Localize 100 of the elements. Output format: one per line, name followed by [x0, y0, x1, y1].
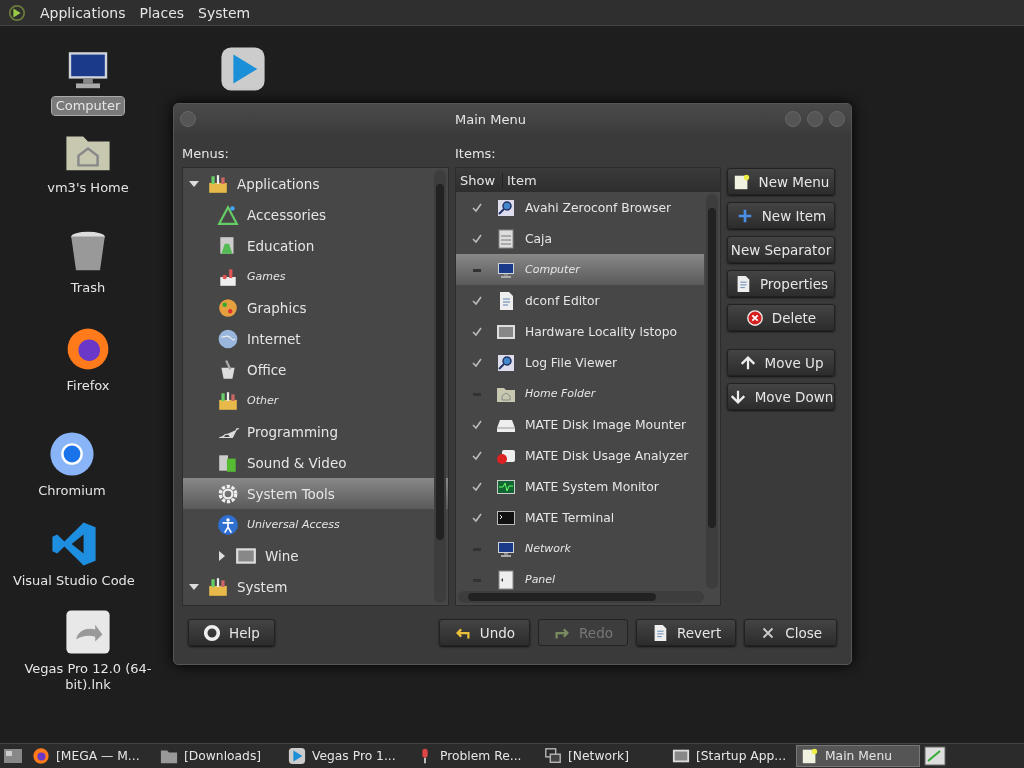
windows-icon [544, 747, 562, 765]
action-button[interactable]: Move Down [727, 383, 835, 410]
menu-tree-item[interactable]: Wine [183, 540, 448, 571]
taskbar-button[interactable]: [MEGA — M... [28, 745, 152, 767]
dialog-button[interactable]: Close [744, 619, 837, 646]
magnifier-icon [496, 352, 516, 373]
taskbar-button[interactable]: Vegas Pro 1... [284, 745, 408, 767]
taskbar-button[interactable]: Main Menu [796, 745, 920, 767]
items-label: Items: [455, 146, 497, 161]
menu-tree-item[interactable]: Accessories [183, 199, 448, 230]
window-title: Main Menu [454, 111, 527, 127]
play-icon [288, 747, 306, 765]
delete-icon [745, 308, 764, 327]
show-checkbox[interactable] [472, 233, 482, 244]
menu-item-row[interactable]: Log File Viewer [456, 347, 704, 378]
panel-menu[interactable]: Applications [40, 4, 126, 21]
logo-icon[interactable] [8, 3, 26, 22]
action-button[interactable]: Move Up [727, 349, 835, 376]
show-checkbox[interactable] [472, 295, 482, 306]
vscode-icon [50, 520, 98, 568]
desktop-icon-label[interactable]: Trash [66, 279, 110, 297]
ruler-icon [217, 203, 239, 226]
menu-item-row[interactable]: MATE System Monitor [456, 471, 704, 502]
scrollbar[interactable] [434, 170, 446, 603]
chromium-icon [48, 430, 96, 478]
up-arrow-icon [738, 353, 757, 372]
menu-item-row[interactable]: Panel [456, 564, 704, 595]
show-checkbox[interactable] [472, 357, 482, 368]
desktop-icon-label[interactable]: Vegas Pro 12.0 (64-bit).lnk [18, 660, 158, 694]
show-checkbox[interactable] [472, 326, 482, 337]
desktop-icon-label[interactable]: Chromium [34, 482, 110, 500]
show-checkbox[interactable] [472, 450, 482, 461]
menu-tree-item[interactable]: Universal Access [183, 509, 448, 540]
menu-item-row[interactable]: Network [456, 533, 704, 564]
show-checkbox[interactable] [472, 512, 482, 523]
menu-item-row[interactable]: Computer [456, 254, 704, 285]
menu-tree-item[interactable]: Games [183, 261, 448, 292]
panel-menu[interactable]: Places [139, 4, 185, 21]
taskbar-button[interactable]: [Network] [540, 745, 664, 767]
expanded-arrow-icon[interactable] [189, 581, 199, 592]
menu-item-row[interactable]: MATE Disk Usage Analyzer [456, 440, 704, 471]
dialog-button[interactable]: Undo [438, 619, 531, 646]
menu-tree-item[interactable]: Applications [183, 168, 448, 199]
menu-item-row[interactable]: Avahi Zeroconf Browser [456, 192, 704, 223]
menu-tree-item[interactable]: Other [183, 385, 448, 416]
menu-item-row[interactable]: Home Folder [456, 378, 704, 409]
menu-tree-item[interactable]: Internet [183, 323, 448, 354]
show-checkbox[interactable] [472, 481, 482, 492]
play-icon [219, 45, 267, 93]
show-checkbox[interactable] [472, 202, 482, 213]
panel-menu[interactable]: System [198, 4, 251, 21]
collapsed-arrow-icon[interactable] [217, 550, 227, 561]
menu-tree-item[interactable]: System [183, 571, 448, 602]
palette-icon [217, 296, 239, 319]
note-icon [801, 747, 819, 765]
toolbox-icon [207, 172, 229, 195]
column-header[interactable]: Show [456, 172, 503, 188]
action-button[interactable]: New Separator [727, 236, 835, 263]
menus-label: Menus: [182, 146, 230, 161]
column-header[interactable]: Item [503, 172, 537, 188]
menu-editor-icon[interactable] [924, 746, 946, 766]
menu-item-row[interactable]: MATE Terminal [456, 502, 704, 533]
action-button[interactable]: New Menu [727, 168, 835, 195]
menu-tree-item[interactable]: Programming [183, 416, 448, 447]
menu-item-row[interactable]: Hardware Locality lstopo [456, 316, 704, 347]
action-button[interactable]: New Item [727, 202, 835, 229]
menu-item-row[interactable]: Caja [456, 223, 704, 254]
taskbar-button[interactable]: [Startup App... [668, 745, 792, 767]
menu-tree-item[interactable]: System Tools [183, 478, 448, 509]
action-button[interactable]: Delete [727, 304, 835, 331]
desktop-icon-label[interactable]: Firefox [62, 377, 114, 395]
toolbox-icon [217, 389, 239, 412]
menu-tree-item[interactable]: Education [183, 230, 448, 261]
toolbox-icon [207, 575, 229, 598]
menu-tree-item[interactable]: Office [183, 354, 448, 385]
shortcut-icon [64, 608, 112, 656]
menu-tree-item[interactable]: Graphics [183, 292, 448, 323]
help-button[interactable]: Help [188, 619, 275, 646]
panel-icon [496, 569, 516, 590]
expanded-arrow-icon[interactable] [189, 178, 199, 189]
action-button[interactable]: Properties [727, 270, 835, 297]
menu-tree-item[interactable]: Sound & Video [183, 447, 448, 478]
taskbar-button[interactable]: [Downloads] [156, 745, 280, 767]
firefox-icon [32, 747, 50, 765]
show-checkbox[interactable] [472, 419, 482, 430]
menu-item-row[interactable]: MATE Disk Image Mounter [456, 409, 704, 440]
taskbar-button[interactable]: Problem Re... [412, 745, 536, 767]
show-desktop-icon[interactable] [2, 746, 24, 766]
accessibility-icon [217, 513, 239, 536]
window-icon [672, 747, 690, 765]
scrollbar[interactable] [706, 194, 718, 589]
dialog-button[interactable]: Revert [636, 619, 737, 646]
desktop-icon-label[interactable]: vm3's Home [43, 179, 133, 197]
cabinet-icon [496, 228, 516, 249]
note-icon [732, 172, 751, 191]
magnifier-icon [496, 197, 516, 218]
lifebuoy-icon [203, 623, 221, 642]
menu-item-row[interactable]: dconf Editor [456, 285, 704, 316]
desktop-icon-label[interactable]: Visual Studio Code [9, 572, 139, 590]
horizontal-scrollbar[interactable] [458, 591, 704, 603]
